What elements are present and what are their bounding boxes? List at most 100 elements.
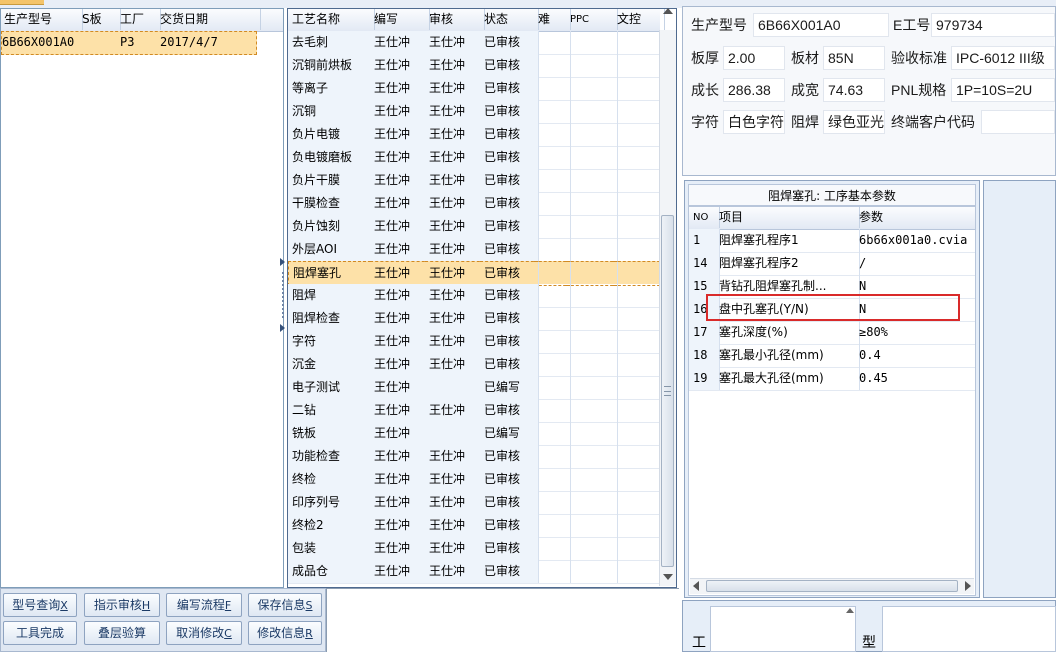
process-row[interactable]: 负片蚀刻 王仕冲 王仕冲 已审核 — [288, 215, 665, 239]
process-row[interactable]: 去毛刺 王仕冲 王仕冲 已审核 — [288, 31, 665, 55]
col-header-writer[interactable]: 编写 — [370, 9, 430, 30]
memo-scroll-up-icon[interactable] — [846, 608, 854, 613]
process-reviewer-cell: 王仕冲 — [425, 330, 485, 354]
process-reviewer-cell: 王仕冲 — [425, 77, 485, 101]
process-name-cell: 二钻 — [288, 399, 375, 423]
process-doc-cell — [613, 77, 665, 101]
mask-field[interactable]: 绿色亚光 — [823, 110, 885, 134]
process-writer-cell: 王仕冲 — [370, 376, 430, 400]
process-row[interactable]: 成品仓 王仕冲 王仕冲 已审核 — [288, 560, 665, 584]
process-doc-cell — [613, 376, 665, 400]
process-row[interactable]: 阻焊检查 王仕冲 王仕冲 已审核 — [288, 307, 665, 331]
width-label: 成宽 — [791, 82, 819, 98]
process-row[interactable]: 终检2 王仕冲 王仕冲 已审核 — [288, 514, 665, 538]
param-row[interactable]: 19 塞孔最大孔径(mm) 0.45 — [689, 367, 975, 391]
eno-field[interactable]: 979734 — [931, 13, 1055, 37]
process-row[interactable]: 功能检查 王仕冲 王仕冲 已审核 — [288, 445, 665, 469]
process-row[interactable]: 负片干膜 王仕冲 王仕冲 已审核 — [288, 169, 665, 193]
col-header-model[interactable]: 生产型号 — [1, 9, 83, 30]
col-header-process-name[interactable]: 工艺名称 — [288, 9, 375, 30]
process-doc-cell — [613, 353, 665, 377]
col-header-reviewer[interactable]: 审核 — [425, 9, 485, 30]
col-header-item[interactable]: 项目 — [715, 207, 860, 228]
pnl-field[interactable]: 1P=10S=2U — [951, 78, 1055, 102]
process-status-cell: 已审核 — [480, 537, 539, 561]
material-field[interactable]: 85N — [823, 46, 885, 70]
model-field[interactable]: 6B66X001A0 — [753, 13, 889, 37]
process-row[interactable]: 二钻 王仕冲 王仕冲 已审核 — [288, 399, 665, 423]
process-table[interactable]: 工艺名称 编写 审核 状态 难 PPC 文控 去毛刺 王仕冲 王仕冲 已审核 沉铜前烘板… — [287, 8, 677, 588]
process-row[interactable]: 等离子 王仕冲 王仕冲 已审核 — [288, 77, 665, 101]
col-header-status[interactable]: 状态 — [480, 9, 539, 30]
process-doc-cell — [613, 537, 665, 561]
process-row[interactable]: 沉金 王仕冲 王仕冲 已审核 — [288, 353, 665, 377]
param-row[interactable]: 14 阻焊塞孔程序2/ — [689, 252, 975, 276]
order-row-selected[interactable]: 6B66X001A0 P3 2017/4/7 — [1, 31, 257, 55]
process-row[interactable]: 外层AOI 王仕冲 王仕冲 已审核 — [288, 238, 665, 262]
process-row[interactable]: 沉铜 王仕冲 王仕冲 已审核 — [288, 100, 665, 124]
process-row[interactable]: 字符 王仕冲 王仕冲 已审核 — [288, 330, 665, 354]
process-row[interactable]: 电子测试 王仕冲 已编写 — [288, 376, 665, 400]
col-header-doc-control[interactable]: 文控 — [613, 9, 665, 30]
standard-field[interactable]: IPC-6012 III级 — [951, 46, 1055, 70]
process-name-cell: 负电镀磨板 — [288, 146, 375, 170]
scroll-left-icon[interactable] — [693, 581, 699, 591]
col-header-value[interactable]: 参数 — [855, 207, 975, 228]
process-ppc-cell — [566, 560, 618, 584]
param-row[interactable]: 1 阻焊塞孔程序1 6b66x001a0.cvia — [689, 229, 975, 253]
process-status-cell: 已审核 — [480, 238, 539, 262]
model-query-button[interactable]: 型号查询X — [3, 593, 77, 617]
process-writer-cell: 王仕冲 — [370, 123, 430, 147]
param-item-cell: 塞孔深度(%) — [715, 321, 860, 345]
process-row[interactable]: 包装 王仕冲 王仕冲 已审核 — [288, 537, 665, 561]
process-row[interactable]: 负片电镀 王仕冲 王仕冲 已审核 — [288, 123, 665, 147]
active-tab-indicator[interactable] — [0, 0, 44, 5]
save-info-button[interactable]: 保存信息S — [248, 593, 322, 617]
instruction-review-button[interactable]: 指示审核H — [84, 593, 160, 617]
process-doc-cell — [613, 284, 665, 308]
process-row[interactable]: 铣板 王仕冲 已编写 — [288, 422, 665, 446]
bottom-memo-left[interactable] — [710, 606, 856, 652]
process-row[interactable]: 负电镀磨板 王仕冲 王仕冲 已审核 — [288, 146, 665, 170]
process-row[interactable]: 终检 王仕冲 王仕冲 已审核 — [288, 468, 665, 492]
panel-splitter[interactable] — [280, 258, 286, 334]
col-header-ppc[interactable]: PPC — [566, 9, 618, 30]
param-value-cell: ≥80% — [855, 321, 975, 345]
process-doc-cell — [613, 169, 665, 193]
width-field[interactable]: 74.63 — [823, 78, 885, 102]
process-ppc-cell — [566, 399, 618, 423]
process-ppc-cell — [566, 54, 618, 78]
thickness-field[interactable]: 2.00 — [723, 46, 785, 70]
process-row[interactable]: 阻焊 王仕冲 王仕冲 已审核 — [288, 284, 665, 308]
col-header-delivery-date[interactable]: 交货日期 — [157, 9, 261, 30]
char-field[interactable]: 白色字符 — [723, 110, 785, 134]
model-label: 生产型号 — [691, 17, 747, 33]
order-list-table[interactable]: 生产型号 S板 工厂 交货日期 6B66X001A0 P3 2017/4/7 — [0, 8, 284, 588]
edit-info-button[interactable]: 修改信息R — [248, 621, 322, 645]
process-doc-cell — [613, 468, 665, 492]
col-header-factory[interactable]: 工厂 — [117, 9, 161, 30]
param-row[interactable]: 17 塞孔深度(%) ≥80% — [689, 321, 975, 345]
process-row[interactable]: 干膜检查 王仕冲 王仕冲 已审核 — [288, 192, 665, 216]
param-hscroll-thumb[interactable] — [706, 580, 958, 592]
process-doc-cell — [613, 123, 665, 147]
write-flow-button[interactable]: 编写流程F — [166, 593, 242, 617]
bottom-memo-right[interactable] — [882, 606, 1056, 652]
param-panel-title: 阻焊塞孔: 工序基本参数 — [688, 184, 976, 206]
scroll-right-icon[interactable] — [965, 581, 971, 591]
process-row[interactable]: 印序列号 王仕冲 王仕冲 已审核 — [288, 491, 665, 515]
process-ppc-cell — [566, 31, 618, 55]
param-row[interactable]: 18 塞孔最小孔径(mm) 0.4 — [689, 344, 975, 368]
col-header-s-board[interactable]: S板 — [79, 9, 121, 30]
process-writer-cell: 王仕冲 — [370, 330, 430, 354]
process-row-selected[interactable]: 阻焊塞孔 王仕冲 王仕冲 已审核 — [288, 261, 665, 286]
process-row[interactable]: 沉铜前烘板 王仕冲 王仕冲 已审核 — [288, 54, 665, 78]
scroll-up-icon[interactable] — [663, 8, 673, 14]
cancel-edit-button[interactable]: 取消修改C — [166, 621, 242, 645]
param-grid[interactable]: NO 项目 参数 1 阻焊塞孔程序1 6b66x001a0.cvia 14 阻焊塞孔程序… — [688, 206, 976, 596]
customer-code-field[interactable] — [981, 110, 1055, 134]
length-field[interactable]: 286.38 — [723, 78, 785, 102]
stackup-check-button[interactable]: 叠层验算 — [84, 621, 160, 645]
scroll-down-icon[interactable] — [663, 574, 673, 580]
tool-complete-button[interactable]: 工具完成 — [3, 621, 77, 645]
